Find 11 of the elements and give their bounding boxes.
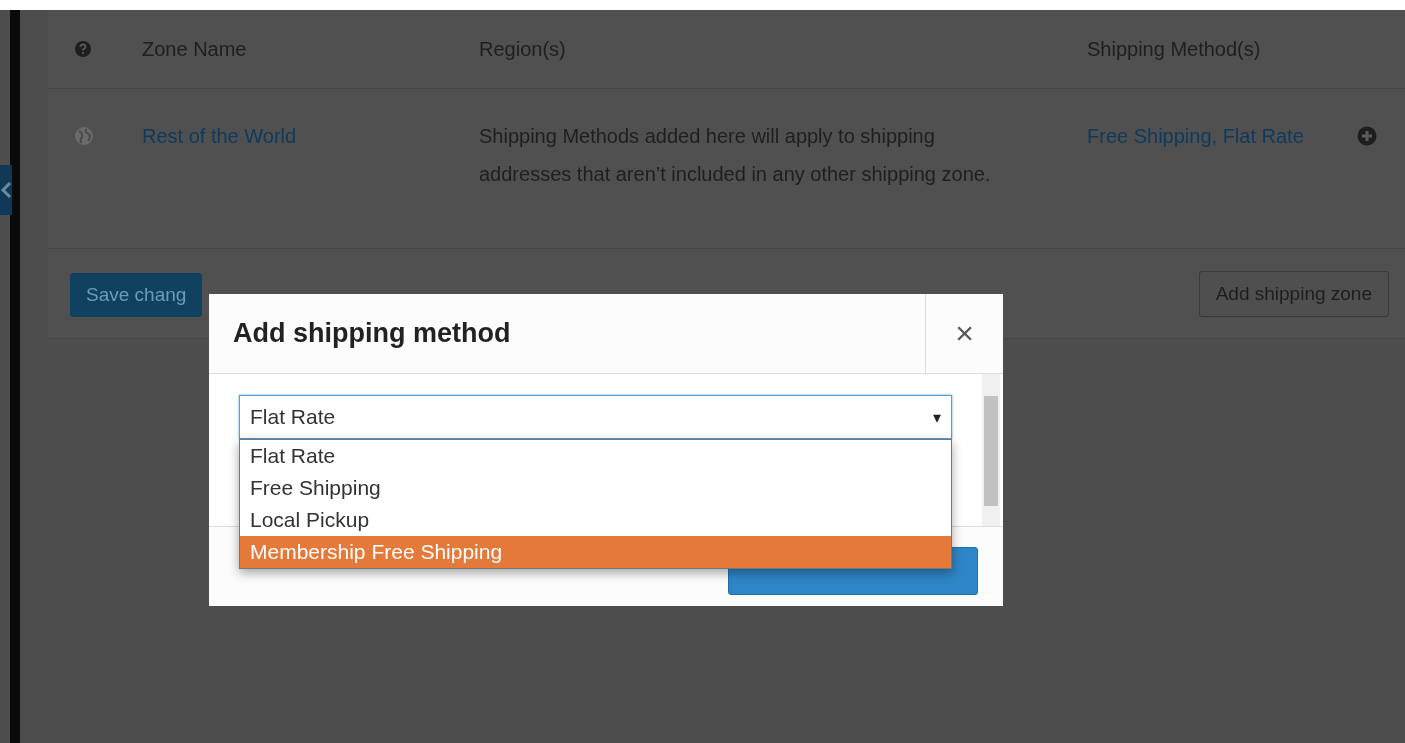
dropdown-option[interactable]: Local Pickup bbox=[240, 504, 951, 536]
scrollbar[interactable] bbox=[982, 374, 1000, 526]
globe-icon bbox=[74, 126, 94, 146]
dropdown-option[interactable]: Flat Rate bbox=[240, 440, 951, 472]
help-icon[interactable] bbox=[74, 40, 92, 58]
add-icon[interactable] bbox=[1357, 126, 1377, 146]
close-button[interactable]: × bbox=[925, 294, 1003, 373]
save-button[interactable]: Save chang bbox=[70, 272, 203, 317]
dropdown-option[interactable]: Free Shipping bbox=[240, 472, 951, 504]
method-select[interactable]: Flat Rate ▾ bbox=[239, 395, 952, 439]
modal-title: Add shipping method bbox=[232, 317, 512, 350]
